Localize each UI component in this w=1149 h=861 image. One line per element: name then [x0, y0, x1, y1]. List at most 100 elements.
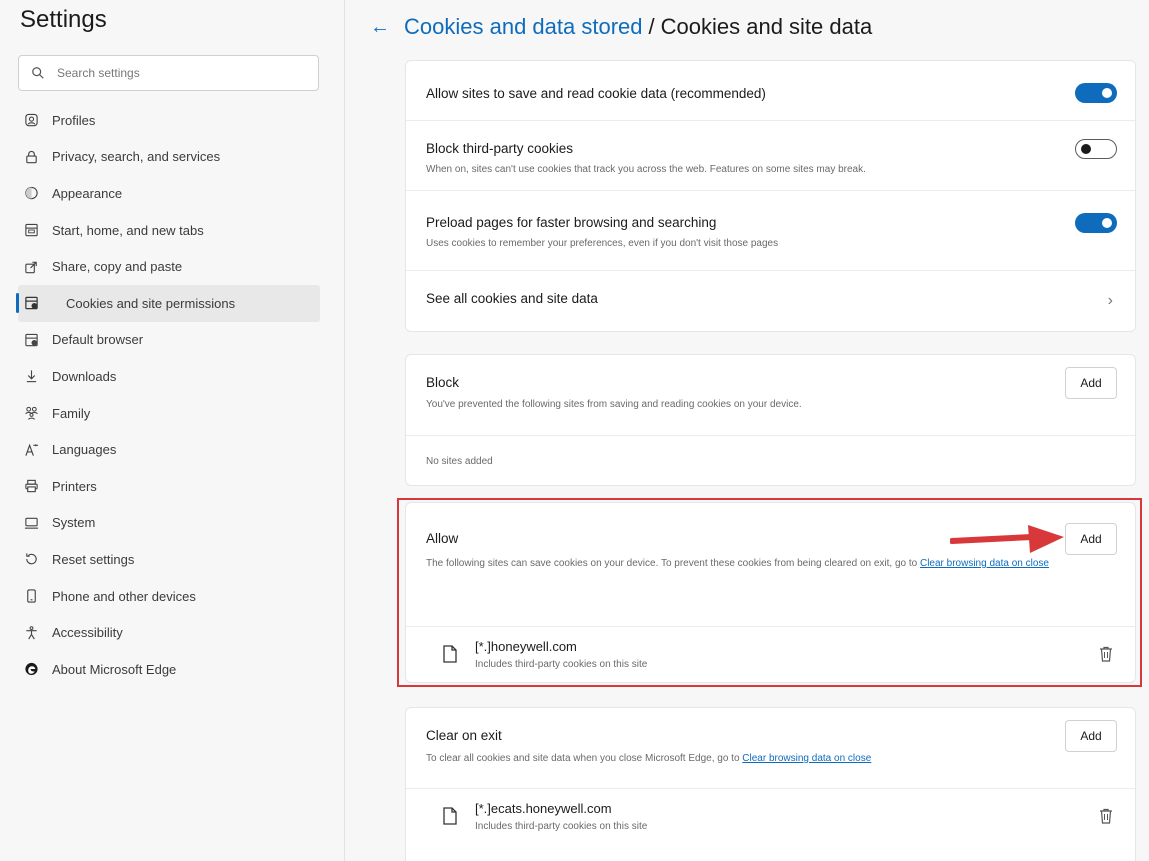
sidebar-item-start-home[interactable]: Start, home, and new tabs [0, 212, 320, 249]
breadcrumb-separator: / [648, 14, 655, 39]
active-indicator [16, 292, 19, 313]
accessibility-icon [24, 625, 39, 640]
printer-icon [24, 479, 39, 494]
sidebar-item-cookies[interactable]: Cookies and site permissions [16, 284, 320, 322]
sidebar-item-label: System [52, 515, 96, 531]
search-box[interactable] [18, 55, 319, 91]
sidebar-item-phone[interactable]: Phone and other devices [0, 578, 320, 615]
download-icon [24, 369, 39, 384]
sidebar-item-downloads[interactable]: Downloads [0, 358, 320, 395]
sidebar-item-label: Appearance [52, 185, 123, 201]
allow-description-text: The following sites can save cookies on … [426, 558, 920, 569]
preload-row: Preload pages for faster browsing and se… [406, 191, 1135, 271]
languages-icon [24, 442, 39, 457]
block-description: You've prevented the following sites fro… [426, 399, 802, 410]
preload-toggle[interactable] [1075, 213, 1117, 233]
reset-icon [24, 552, 39, 567]
sidebar-item-label: Printers [52, 478, 97, 494]
sidebar-item-family[interactable]: Family [0, 395, 320, 432]
share-icon [24, 259, 39, 274]
site-detail: Includes third-party cookies on this sit… [475, 821, 648, 832]
site-name: [*.]honeywell.com [475, 639, 577, 654]
lock-icon [24, 149, 39, 164]
see-all-cookies-title: See all cookies and site data [426, 291, 598, 306]
list-item: [*.]honeywell.com Includes third-party c… [406, 626, 1135, 682]
family-icon [24, 406, 39, 421]
appearance-icon [24, 186, 39, 201]
sidebar-item-default-browser[interactable]: Default browser [0, 322, 320, 359]
block-third-party-toggle[interactable] [1075, 139, 1117, 159]
sidebar-item-label: Languages [52, 442, 117, 458]
sidebar-nav: Profiles Privacy, search, and services A… [0, 102, 320, 688]
search-input[interactable] [57, 66, 297, 80]
trash-icon[interactable] [1099, 808, 1113, 824]
breadcrumb: ← Cookies and data stored / Cookies and … [370, 14, 872, 40]
site-name: [*.]ecats.honeywell.com [475, 801, 612, 816]
clear-on-exit-description-text: To clear all cookies and site data when … [426, 753, 743, 764]
block-add-button[interactable]: Add [1065, 367, 1117, 399]
sidebar-item-about[interactable]: About Microsoft Edge [0, 651, 320, 688]
settings-title: Settings [20, 6, 107, 33]
allow-add-button[interactable]: Add [1065, 523, 1117, 555]
sidebar-item-languages[interactable]: Languages [0, 431, 320, 468]
profile-icon [24, 113, 39, 128]
sidebar-item-privacy[interactable]: Privacy, search, and services [0, 139, 320, 176]
sidebar-item-label: Cookies and site permissions [66, 295, 236, 311]
arrow-annotation-icon [950, 525, 1064, 553]
sidebar-item-label: Profiles [52, 112, 96, 128]
sidebar-item-label: Accessibility [52, 625, 123, 641]
block-third-party-description: When on, sites can't use cookies that tr… [426, 164, 866, 175]
search-icon [32, 67, 44, 79]
sidebar-item-reset[interactable]: Reset settings [0, 541, 320, 578]
preload-title: Preload pages for faster browsing and se… [426, 215, 717, 230]
sidebar-item-appearance[interactable]: Appearance [0, 175, 320, 212]
sidebar-item-label: Start, home, and new tabs [52, 222, 204, 238]
block-empty-text: No sites added [406, 435, 1135, 487]
trash-icon[interactable] [1099, 646, 1113, 662]
list-item: [*.]ecats.honeywell.com Includes third-p… [406, 788, 1135, 844]
sidebar-item-label: Default browser [52, 332, 144, 348]
settings-sidebar: Settings Profiles Privacy, search, and s… [0, 0, 345, 861]
block-third-party-row: Block third-party cookies When on, sites… [406, 121, 1135, 191]
breadcrumb-parent-link[interactable]: Cookies and data stored [404, 14, 643, 40]
chevron-right-icon: › [1107, 292, 1113, 309]
sidebar-item-share[interactable]: Share, copy and paste [0, 248, 320, 285]
allow-sites-toggle[interactable] [1075, 83, 1117, 103]
phone-icon [24, 589, 39, 604]
sidebar-item-printers[interactable]: Printers [0, 468, 320, 505]
sidebar-item-label: Downloads [52, 368, 117, 384]
site-detail: Includes third-party cookies on this sit… [475, 659, 648, 670]
allow-clear-browsing-link[interactable]: Clear browsing data on close [920, 558, 1049, 569]
block-third-party-title: Block third-party cookies [426, 141, 574, 156]
home-tabs-icon [24, 223, 39, 238]
main-content: ← Cookies and data stored / Cookies and … [346, 0, 1149, 861]
cookies-icon [24, 296, 39, 311]
sidebar-item-label: About Microsoft Edge [52, 661, 177, 677]
allow-sites-row: Allow sites to save and read cookie data… [406, 61, 1135, 121]
clear-on-exit-card: Clear on exit To clear all cookies and s… [405, 707, 1136, 861]
allow-header: Allow The following sites can save cooki… [406, 503, 1135, 626]
cookie-settings-card: Allow sites to save and read cookie data… [405, 60, 1136, 332]
allow-sites-title: Allow sites to save and read cookie data… [426, 86, 766, 101]
clear-on-exit-description: To clear all cookies and site data when … [426, 753, 1135, 764]
sidebar-item-label: Family [52, 405, 91, 421]
sidebar-item-label: Reset settings [52, 551, 135, 567]
sidebar-item-system[interactable]: System [0, 505, 320, 542]
sidebar-item-profiles[interactable]: Profiles [0, 102, 320, 139]
clear-on-exit-add-button[interactable]: Add [1065, 720, 1117, 752]
block-title: Block [426, 375, 460, 390]
see-all-cookies-row[interactable]: See all cookies and site data › [406, 271, 1135, 331]
file-icon [443, 645, 457, 663]
sidebar-item-label: Phone and other devices [52, 588, 196, 604]
block-header: Block You've prevented the following sit… [406, 355, 1135, 435]
sidebar-item-label: Share, copy and paste [52, 259, 183, 275]
sidebar-item-accessibility[interactable]: Accessibility [0, 614, 320, 651]
edge-icon [24, 662, 39, 677]
back-arrow-icon[interactable]: ← [370, 16, 390, 39]
clear-on-exit-header: Clear on exit To clear all cookies and s… [406, 708, 1135, 788]
block-card: Block You've prevented the following sit… [405, 354, 1136, 486]
browser-icon [24, 332, 39, 347]
clear-on-exit-clear-browsing-link[interactable]: Clear browsing data on close [742, 753, 871, 764]
page-title: Cookies and site data [660, 14, 873, 39]
preload-description: Uses cookies to remember your preference… [426, 238, 779, 249]
